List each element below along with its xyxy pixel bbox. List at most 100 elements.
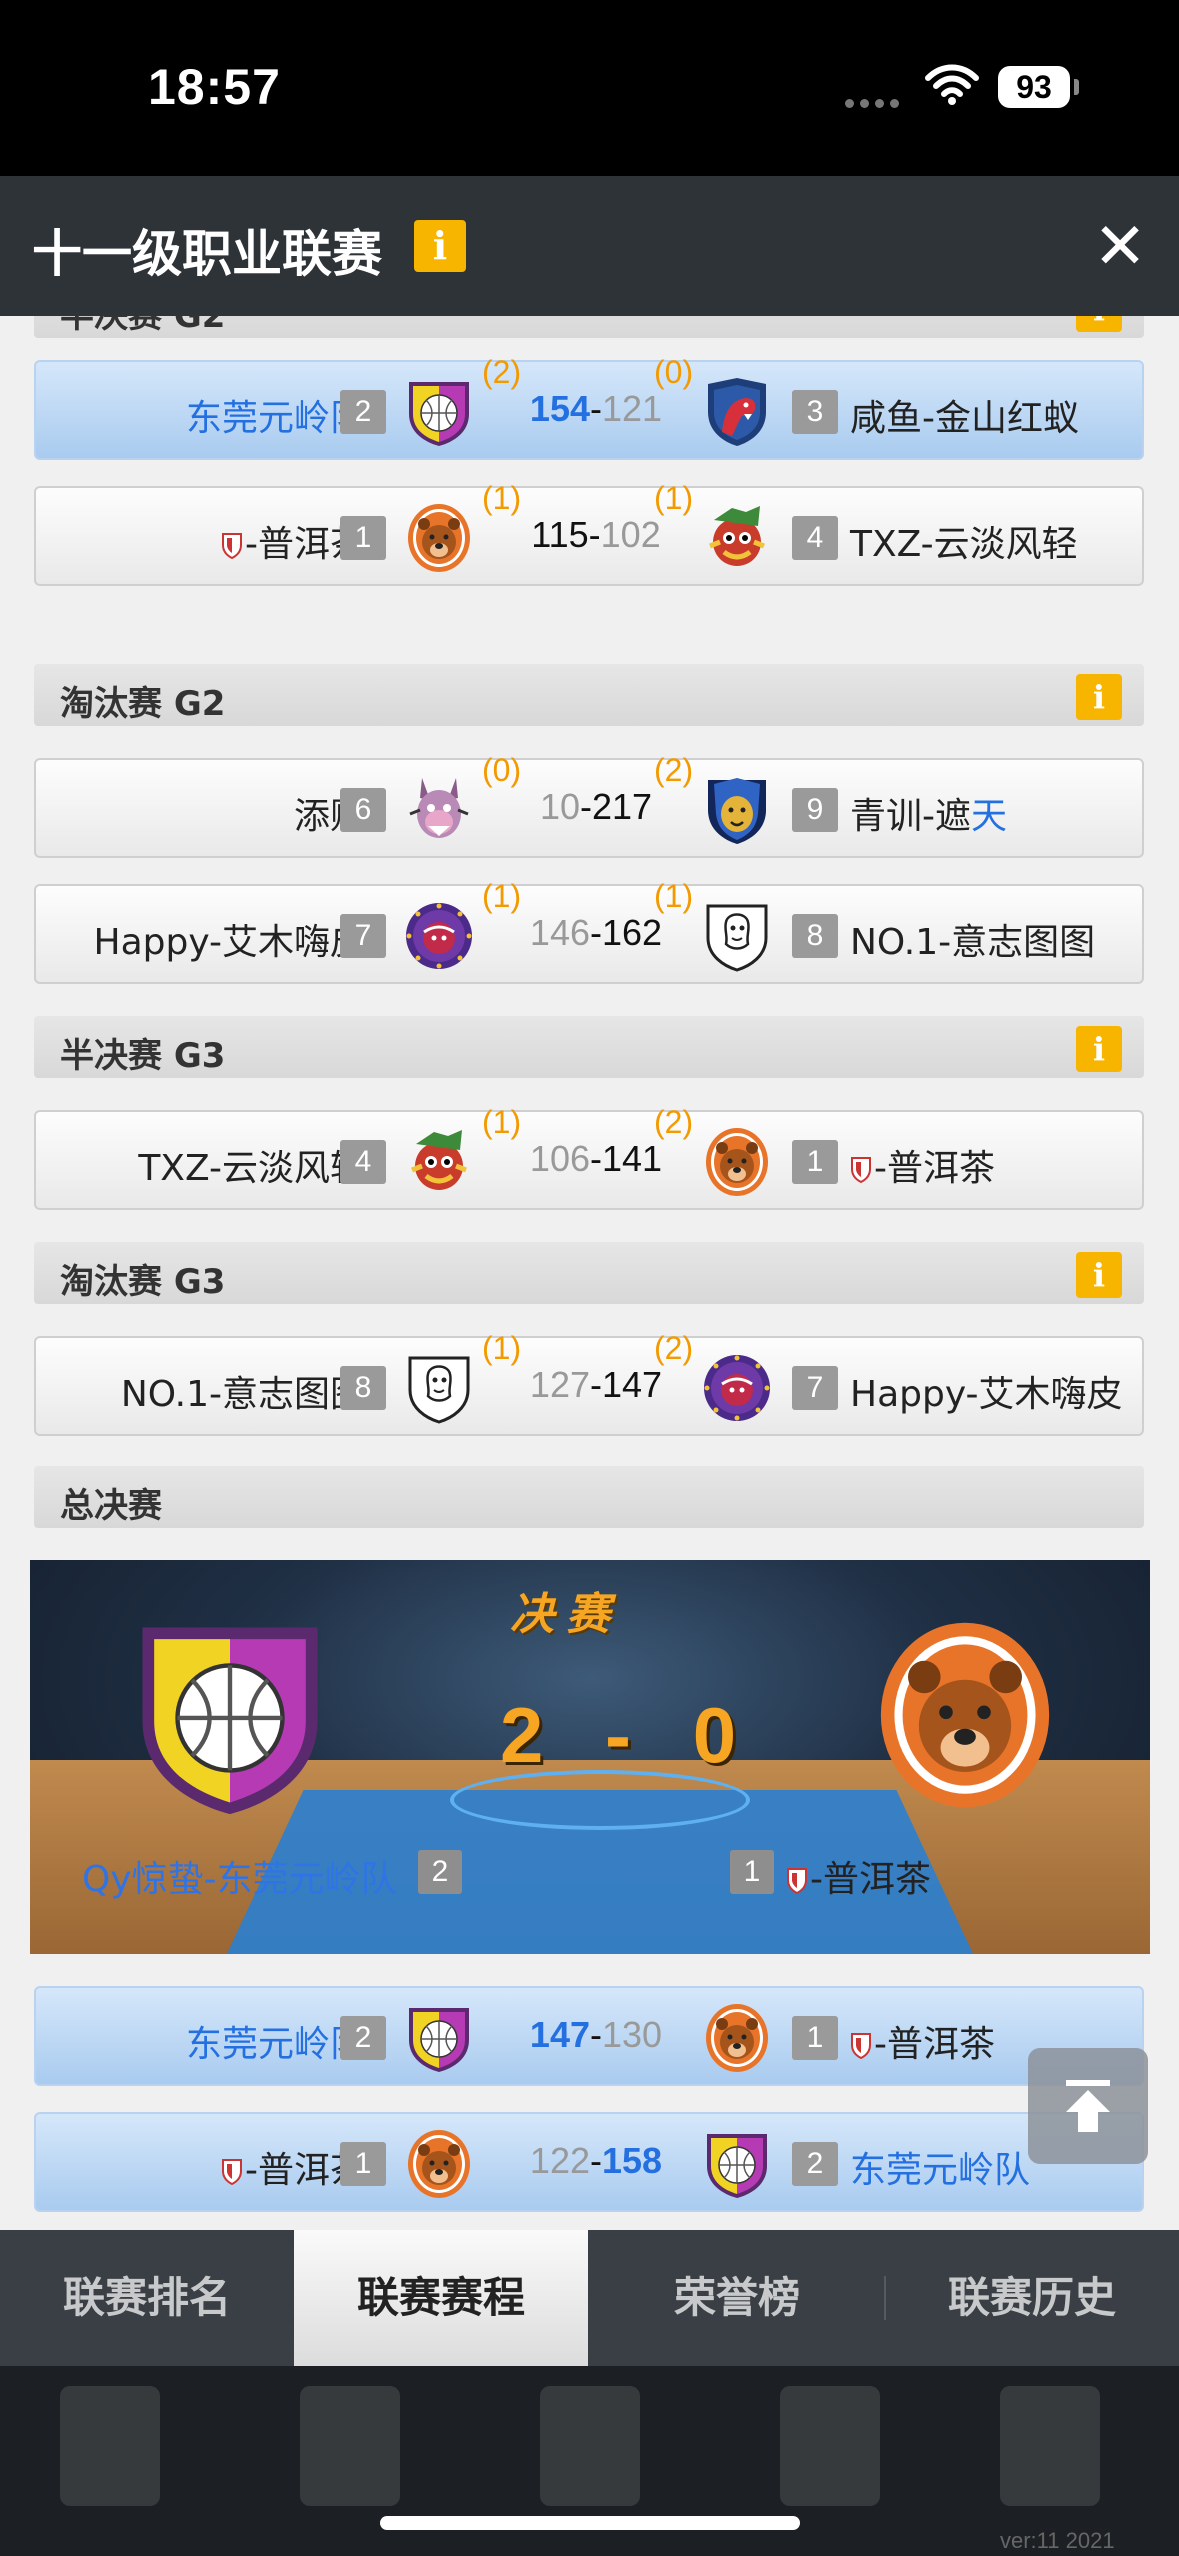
finals-title: 决赛	[510, 1589, 622, 1640]
status-bar: 18:57 93	[0, 0, 1179, 176]
left-seed-badge: 2	[340, 390, 386, 434]
purple-shield-basketball-logo	[404, 376, 474, 448]
info-icon[interactable]: i	[1076, 674, 1122, 720]
tab-honor-roll[interactable]: 荣誉榜	[590, 2230, 884, 2366]
match-row[interactable]: -普洱茶 1 122-158 2 东莞元岭队	[34, 2112, 1144, 2212]
finals-banner[interactable]: 决赛 2 - 0 Qy惊蛰-东莞元岭队 2 1 -普洱茶	[30, 1560, 1150, 1954]
match-score[interactable]: 147-130	[476, 2014, 716, 2056]
tab-league-schedule[interactable]: 联赛赛程	[294, 2230, 588, 2366]
right-score: 141	[602, 1138, 663, 1179]
tab-league-history[interactable]: 联赛历史	[885, 2230, 1179, 2366]
ghost-icon	[60, 2386, 160, 2506]
section-header-elimination-g2: 淘汰赛 G2 i	[34, 664, 1144, 726]
right-score: 121	[602, 388, 663, 429]
left-seed-badge: 4	[340, 1140, 386, 1184]
right-seed-badge: 2	[792, 2142, 838, 2186]
orange-bear-logo	[702, 2002, 772, 2074]
orange-bear-logo	[702, 1126, 772, 1198]
right-score: 130	[602, 2014, 663, 2055]
left-seed-badge: 1	[340, 516, 386, 560]
purple-shield-basketball-logo	[404, 2002, 474, 2074]
match-row[interactable]: 添财 6 (0) 10-217 (2) 9 青训-遮天	[34, 752, 1144, 858]
right-team-name[interactable]: 咸鱼-金山红蚁	[850, 389, 1079, 441]
left-seed-badge: 6	[340, 788, 386, 832]
left-series-record: (0)	[482, 752, 522, 788]
section-title: 半决赛 G3	[60, 1036, 226, 1076]
right-team-name[interactable]: Happy-艾木嗨皮	[850, 1365, 1123, 1417]
team-shield-icon	[221, 2157, 243, 2185]
match-row[interactable]: TXZ-云淡风轻 4 (1) 106-141 (2) 1 -普洱茶	[34, 1104, 1144, 1210]
info-icon[interactable]: i	[1076, 1252, 1122, 1298]
match-row[interactable]: Happy-艾木嗨皮 7 (1) 146-162 (1) 8 NO.1-意志图图	[34, 878, 1144, 984]
scroll-to-top-icon	[1066, 2080, 1110, 2132]
close-icon[interactable]: ✕	[1080, 206, 1160, 286]
left-score: 154	[529, 388, 590, 429]
match-score[interactable]: 127-147	[476, 1364, 716, 1406]
blue-lion-logo	[702, 774, 772, 846]
match-row[interactable]: 东莞元岭队 2 (2) 154-121 (0) 3 咸鱼-金山红蚁	[34, 354, 1144, 460]
team-name-text: -普洱茶	[874, 2024, 995, 2065]
score-dash: -	[590, 1138, 602, 1179]
signal-dots-icon	[845, 95, 905, 113]
left-series-record: (1)	[482, 1330, 522, 1366]
status-time: 18:57	[148, 59, 281, 115]
info-icon[interactable]: i	[1076, 316, 1122, 332]
section-title: 半决赛 G2	[60, 316, 226, 336]
match-row[interactable]: -普洱茶 1 (1) 115-102 (1) 4 TXZ-云淡风轻	[34, 480, 1144, 586]
cartoon-character-logo	[702, 502, 772, 574]
right-series-record: (2)	[654, 1104, 694, 1140]
page-title: 十一级职业联赛	[32, 225, 382, 283]
schedule-list[interactable]: 半决赛 G2 i 东莞元岭队 2 (2) 154-121 (0) 3 咸鱼-金山…	[0, 316, 1179, 2230]
right-team-name[interactable]: 青训-遮天	[850, 787, 1007, 839]
white-shield-logo	[702, 900, 772, 972]
right-series-record: (1)	[654, 480, 694, 516]
match-row[interactable]: 东莞元岭队 2 147-130 1 -普洱茶	[34, 1986, 1144, 2086]
score-dash: -	[590, 2140, 602, 2181]
right-team-name[interactable]: -普洱茶	[850, 2015, 995, 2067]
score-dash: -	[590, 388, 602, 429]
match-row[interactable]: NO.1-意志图图 8 (1) 127-147 (2) 7 Happy-艾木嗨皮	[34, 1330, 1144, 1436]
section-title: 淘汰赛 G2	[60, 684, 226, 724]
match-score[interactable]: 122-158	[476, 2140, 716, 2182]
info-icon[interactable]: i	[414, 220, 466, 272]
section-header-finals: 总决赛	[34, 1466, 1144, 1528]
finals-left-team[interactable]: Qy惊蛰-东莞元岭队	[82, 1850, 397, 1902]
team-name-part-highlight: 天	[971, 796, 1008, 837]
match-score[interactable]: 106-141	[476, 1138, 716, 1180]
right-team-name[interactable]: NO.1-意志图图	[850, 913, 1095, 965]
left-team-name[interactable]: 东莞元岭队	[186, 389, 366, 441]
left-seed-badge: 2	[340, 2016, 386, 2060]
finals-right-team[interactable]: -普洱茶	[786, 1850, 931, 1902]
purple-shield-basketball-logo	[702, 2128, 772, 2200]
left-team-name[interactable]: 东莞元岭队	[186, 2015, 366, 2067]
right-team-name[interactable]: -普洱茶	[850, 1139, 995, 1191]
team-shield-icon	[786, 1866, 808, 1894]
right-team-name[interactable]: TXZ-云淡风轻	[850, 515, 1078, 567]
home-indicator[interactable]	[380, 2516, 800, 2530]
right-seed-badge: 1	[792, 2016, 838, 2060]
scroll-to-top-button[interactable]	[1028, 2048, 1148, 2164]
info-icon[interactable]: i	[1076, 1026, 1122, 1072]
tab-league-ranking[interactable]: 联赛排名	[0, 2230, 294, 2366]
match-score[interactable]: 154-121	[476, 388, 716, 430]
left-team-name[interactable]: TXZ-云淡风轻	[138, 1139, 366, 1191]
battery-icon: 93	[998, 66, 1070, 108]
ghost-icon	[540, 2386, 640, 2506]
team-name-text: -普洱茶	[874, 1148, 995, 1189]
left-series-record: (1)	[482, 878, 522, 914]
left-score: 146	[529, 912, 590, 953]
wifi-icon	[925, 64, 979, 105]
left-seed-badge: 7	[340, 914, 386, 958]
purple-ball-logo	[404, 900, 474, 972]
version-label: ver:11 2021	[1000, 2528, 1115, 2553]
right-team-name[interactable]: 东莞元岭队	[850, 2141, 1030, 2193]
finals-series-score: 2 - 0	[500, 1691, 757, 1779]
score-dash: -	[579, 786, 592, 827]
match-score[interactable]: 10-217	[476, 786, 716, 828]
left-team-name[interactable]: Happy-艾木嗨皮	[94, 913, 367, 965]
match-score[interactable]: 115-102	[476, 514, 716, 556]
match-score[interactable]: 146-162	[476, 912, 716, 954]
right-score: 102	[600, 514, 661, 555]
section-header-semifinal-g3: 半决赛 G3 i	[34, 1016, 1144, 1078]
left-team-name[interactable]: NO.1-意志图图	[121, 1365, 366, 1417]
